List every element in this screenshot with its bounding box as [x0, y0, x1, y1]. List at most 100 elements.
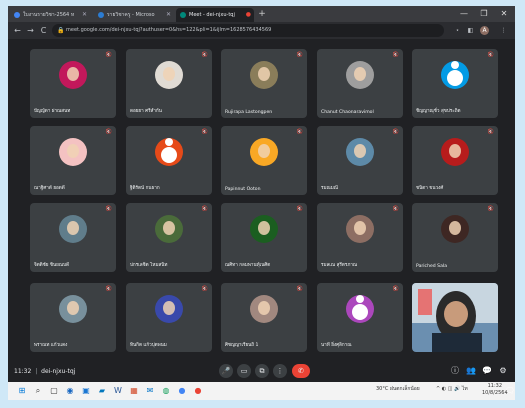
taskbar-app-icon[interactable]: ◍ — [160, 385, 172, 397]
muted-mic-icon: 🔇 — [392, 129, 399, 135]
minimize-button[interactable]: — — [457, 6, 471, 22]
participant-tile[interactable]: 🔇 พราณท แก้วแดง — [30, 283, 116, 352]
photo-face — [67, 301, 79, 315]
camera-button[interactable]: ▭ — [237, 364, 251, 378]
present-button[interactable]: ⧉ — [255, 364, 269, 378]
tab-close-icon[interactable]: ● — [246, 8, 251, 22]
avatar-photo — [155, 215, 183, 243]
taskbar-app-icon[interactable]: ▣ — [80, 385, 92, 397]
muted-mic-icon: 🔇 — [105, 52, 112, 58]
taskbar-app-icon[interactable]: ⌕ — [32, 385, 44, 397]
muted-mic-icon: 🔇 — [487, 129, 494, 135]
participant-tile[interactable]: 🔇 Chanut Chaonaravimol — [317, 49, 403, 118]
tab-2[interactable]: รายวิชาครู - Microso ✕ — [94, 8, 174, 22]
participant-name: รมณมณี — [321, 186, 339, 191]
participant-tile[interactable]: 🔇 ฐิติรัตน์ กนธาก — [126, 126, 212, 195]
taskbar-app-icon[interactable]: W — [112, 385, 124, 397]
participant-name: Papinnut Ooton — [225, 187, 261, 192]
participant-tile[interactable]: 🔇 ชนิตา ขนวงศ์ — [412, 126, 498, 195]
avatar-photo — [441, 215, 469, 243]
close-window-button[interactable]: ✕ — [497, 6, 511, 22]
notification-icon[interactable]: 🗨 — [504, 385, 516, 397]
participant-name: Rujirapa Lastongpen — [225, 110, 273, 115]
taskbar-app-icon[interactable]: ◉ — [64, 385, 76, 397]
tab-1[interactable]: ใบงานรายวิชา-2564 ห ✕ — [10, 8, 90, 22]
muted-mic-icon: 🔇 — [201, 206, 208, 212]
taskbar-app-icon[interactable]: ● — [192, 385, 204, 397]
muted-mic-icon: 🔇 — [296, 52, 303, 58]
taskbar-app-icon[interactable]: ✉ — [144, 385, 156, 397]
url-text: meet.google.com/dei-njxu-tqj?authuser=0&… — [66, 27, 272, 33]
avatar-default — [441, 61, 469, 89]
meet-favicon-icon — [180, 12, 186, 18]
self-view-tile[interactable] — [412, 283, 498, 352]
participant-tile[interactable]: 🔇 ศิชญญาเรียนถิ 1 — [221, 283, 307, 352]
muted-mic-icon: 🔇 — [392, 52, 399, 58]
participant-tile[interactable]: 🔇 Rujirapa Lastongpen — [221, 49, 307, 118]
back-button[interactable]: ← — [12, 25, 23, 36]
avatar-photo — [250, 61, 278, 89]
participant-tile[interactable]: 🔇 ทินกิต แก้วปุดพนม — [126, 283, 212, 352]
maximize-button[interactable]: ❐ — [477, 6, 491, 22]
muted-mic-icon: 🔇 — [105, 286, 112, 292]
more-options-button[interactable]: ⋮ — [273, 364, 287, 378]
avatar-photo — [250, 295, 278, 323]
meeting-details-icon[interactable]: ⓘ — [449, 365, 461, 377]
self-body — [432, 333, 482, 352]
photo-face — [258, 301, 270, 315]
taskbar-app-icon[interactable]: ▰ — [96, 385, 108, 397]
participant-tile[interactable]: 🔇 ปกรเลชิต ไหมสนิท — [126, 203, 212, 272]
avatar-photo — [59, 295, 87, 323]
photo-face — [163, 67, 175, 81]
extension-icon[interactable]: ◧ — [466, 26, 475, 35]
chat-icon[interactable]: 💬 — [481, 365, 493, 377]
participant-tile[interactable]: 🔇 รมณมณี — [317, 126, 403, 195]
participant-tile[interactable]: 🔇 ณาฐิศาต์ ยอดดี — [30, 126, 116, 195]
profile-avatar[interactable]: A — [480, 26, 489, 35]
muted-mic-icon: 🔇 — [105, 129, 112, 135]
taskbar-app-icon[interactable]: ⊞ — [16, 385, 28, 397]
browser-window: ใบงานรายวิชา-2564 ห ✕ รายวิชาครู - Micro… — [8, 6, 515, 394]
photo-face — [449, 221, 461, 235]
avatar-photo — [155, 61, 183, 89]
end-call-button[interactable]: ✆ — [292, 364, 310, 378]
reload-button[interactable]: C — [38, 25, 49, 36]
participant-tile[interactable]: 🔇 ณศิทา กลมพานทุ์เนศิต — [221, 203, 307, 272]
person-icon — [161, 138, 177, 164]
browser-menu-icon[interactable]: ⋮ — [499, 26, 508, 35]
new-tab-button[interactable]: + — [256, 8, 268, 20]
participant-tile[interactable]: 🔇 นาที ยิ่งศุลิกาณ — [317, 283, 403, 352]
photo-face — [163, 301, 175, 315]
bookmark-star-icon[interactable]: ⋆ — [453, 26, 462, 35]
forward-button[interactable]: → — [25, 25, 36, 36]
participant-tile[interactable]: 🔇 Papinnut Ooton — [221, 126, 307, 195]
photo-face — [354, 144, 366, 158]
taskbar-app-icon[interactable]: ● — [176, 385, 188, 397]
participant-tile[interactable]: 🔇 ดอยยา ศรีสำกัน — [126, 49, 212, 118]
muted-mic-icon: 🔇 — [296, 286, 303, 292]
participant-tile[interactable]: 🔇 รมลเณ สุรีตรภาณ — [317, 203, 403, 272]
photo-face — [354, 67, 366, 81]
wall-poster — [418, 289, 432, 315]
participant-name: รมลเณ สุรีตรภาณ — [321, 263, 358, 268]
participant-tile[interactable]: 🔇 Pariched Sala — [412, 203, 498, 272]
participant-tile[interactable]: 🔇 ปัญญ์ดา ผ่าณสนท — [30, 49, 116, 118]
participant-name: พราณท แก้วแดง — [34, 343, 68, 348]
tab-close-icon[interactable]: ✕ — [82, 8, 87, 22]
weather-widget[interactable]: 30°C ฝนตกเล็กน้อย — [376, 385, 420, 393]
participant-tile[interactable]: 🔇 จิตติชัย ชินยณบดี — [30, 203, 116, 272]
activities-icon[interactable]: ⚙ — [497, 365, 509, 377]
participant-tile[interactable]: 🔇 ชิญญาณุชั่ว สุขประถิต — [412, 49, 498, 118]
taskbar-app-icon[interactable]: ▢ — [48, 385, 60, 397]
people-icon[interactable]: 👥 — [465, 365, 477, 377]
photo-face — [67, 221, 79, 235]
taskbar-app-icon[interactable]: ▦ — [128, 385, 140, 397]
avatar-photo — [346, 215, 374, 243]
mic-button[interactable]: 🎤 — [219, 364, 233, 378]
participant-name: ณาฐิศาต์ ยอดดี — [34, 186, 65, 191]
tab-meet[interactable]: Meet - dei-njxu-tqj ● — [176, 8, 254, 22]
url-input[interactable]: 🔒 meet.google.com/dei-njxu-tqj?authuser=… — [52, 24, 444, 37]
system-tray[interactable]: ^ ◐ ◫ 🔊 ไท — [436, 385, 468, 393]
participant-name: ชนิตา ขนวงศ์ — [416, 186, 444, 191]
tab-close-icon[interactable]: ✕ — [166, 8, 171, 22]
